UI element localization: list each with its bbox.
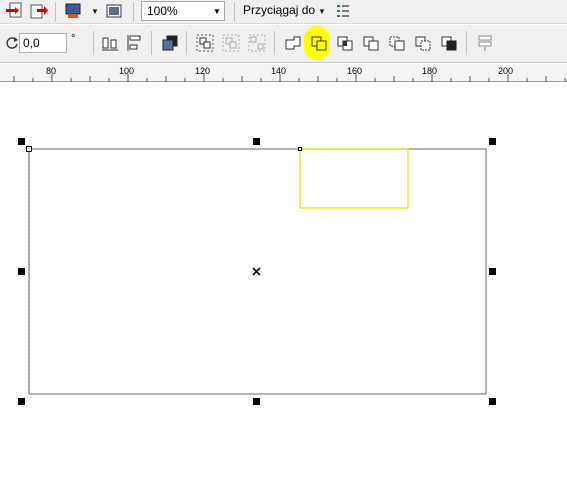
selection-handle[interactable] <box>489 268 496 275</box>
separator <box>274 31 275 55</box>
center-marker[interactable] <box>252 267 261 276</box>
back-minus-front-icon[interactable] <box>413 33 433 53</box>
order-icon[interactable] <box>160 33 180 53</box>
ungroup-icon[interactable] <box>221 33 241 53</box>
selection-handle[interactable] <box>489 138 496 145</box>
zoom-level-select[interactable]: 100% ▼ <box>141 1 225 21</box>
ruler-label: 200 <box>498 66 514 76</box>
distribute-icon[interactable] <box>125 33 145 53</box>
chevron-down-icon: ▼ <box>213 6 221 16</box>
horizontal-ruler[interactable]: 80 100 120 140 160 180 200 <box>0 64 567 82</box>
application-launcher-dropdown-icon[interactable]: ▼ <box>91 7 99 16</box>
snap-to-button[interactable]: Przyciągaj do <box>243 3 315 17</box>
ungroup-all-icon[interactable] <box>247 33 267 53</box>
node-marker[interactable] <box>298 147 302 151</box>
snap-to-dropdown-icon[interactable]: ▼ <box>318 7 326 16</box>
application-launcher-icon[interactable] <box>63 1 83 21</box>
rotation-angle-input[interactable]: 0,0 <box>19 33 67 53</box>
small-rectangle[interactable] <box>299 148 409 209</box>
selection-handle[interactable] <box>489 398 496 405</box>
property-bar: 0,0 ° <box>0 25 567 63</box>
selection-handle[interactable] <box>253 138 260 145</box>
separator <box>234 2 235 22</box>
separator <box>186 31 187 55</box>
selection-handle[interactable] <box>18 268 25 275</box>
drawing-canvas[interactable] <box>0 83 567 489</box>
align-icon[interactable] <box>100 33 120 53</box>
node-marker[interactable] <box>26 146 32 152</box>
rotation-unit-label: ° <box>71 33 76 45</box>
weld-icon[interactable] <box>283 33 303 53</box>
separator <box>93 31 94 55</box>
ruler-label: 100 <box>119 66 135 76</box>
ruler-label: 180 <box>422 66 438 76</box>
group-icon[interactable] <box>195 33 215 53</box>
export-icon[interactable] <box>29 1 49 21</box>
separator <box>151 31 152 55</box>
standard-toolbar: ▼ 100% ▼ Przyciągaj do ▼ <box>0 0 567 24</box>
snap-options-icon[interactable] <box>333 1 353 21</box>
selection-handle[interactable] <box>18 398 25 405</box>
canvas-objects <box>18 138 496 405</box>
ruler-label: 120 <box>195 66 211 76</box>
reverse-order-icon[interactable] <box>475 33 495 53</box>
ruler-label: 140 <box>271 66 287 76</box>
separator <box>55 2 56 22</box>
separator <box>133 2 134 22</box>
zoom-level-value: 100% <box>147 4 178 18</box>
front-minus-back-icon[interactable] <box>387 33 407 53</box>
ruler-label: 80 <box>46 66 57 76</box>
ruler-label: 160 <box>347 66 363 76</box>
trim-icon-highlighted[interactable] <box>309 33 329 53</box>
create-boundary-icon[interactable] <box>439 33 459 53</box>
selection-handle[interactable] <box>18 138 25 145</box>
intersect-icon[interactable] <box>335 33 355 53</box>
simplify-icon[interactable] <box>361 33 381 53</box>
import-icon[interactable] <box>4 1 24 21</box>
separator <box>466 31 467 55</box>
selection-handle[interactable] <box>253 398 260 405</box>
welcome-screen-icon[interactable] <box>104 1 124 21</box>
